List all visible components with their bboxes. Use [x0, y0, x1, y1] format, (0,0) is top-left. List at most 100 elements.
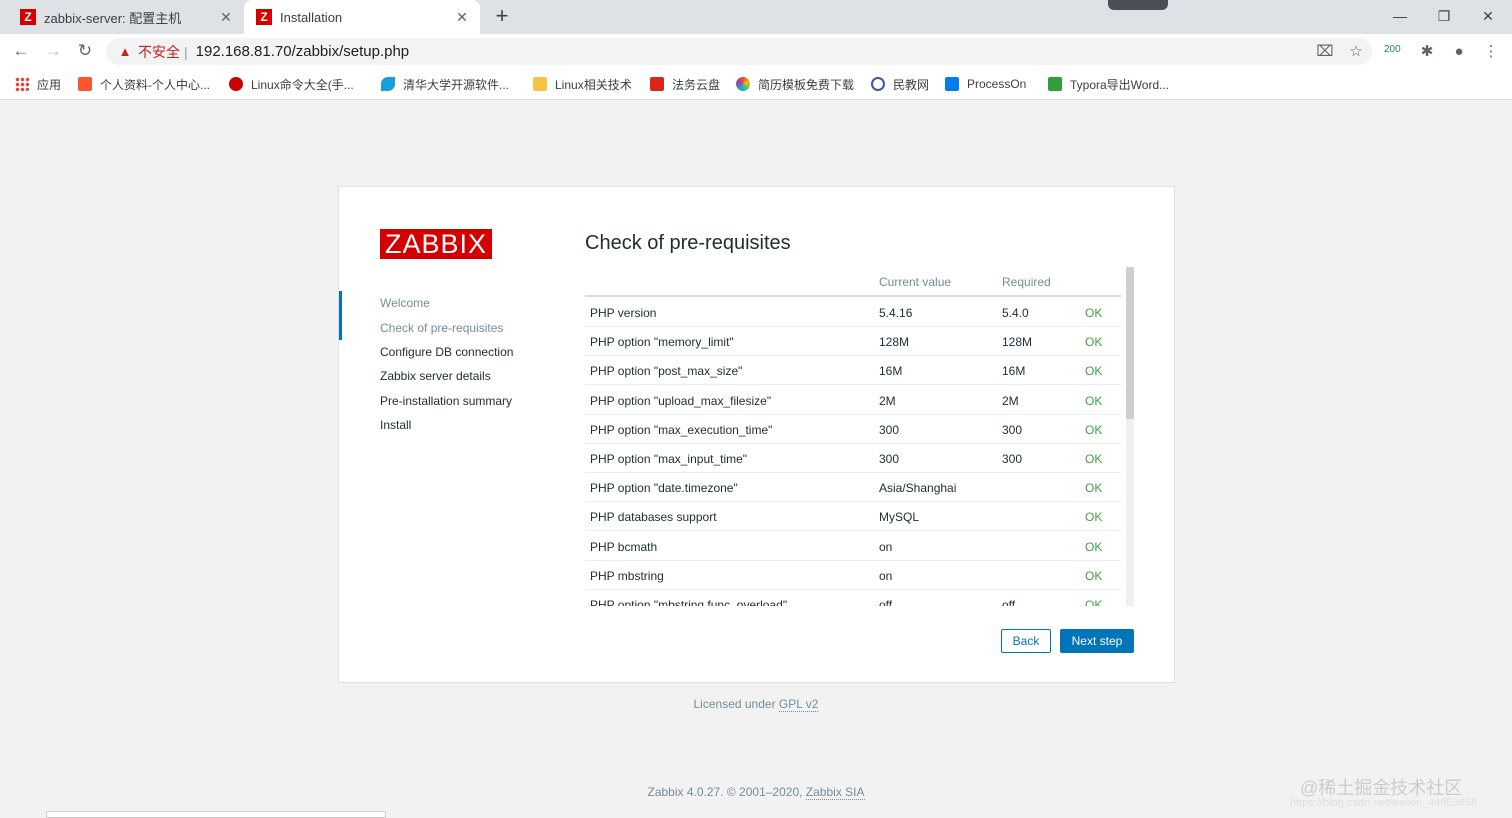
setup-steps-list: Welcome Check of pre-requisites Configur…: [339, 291, 539, 437]
bookmark-linux-folder[interactable]: Linux相关技术: [533, 75, 632, 93]
scrollbar-thumb[interactable]: [1126, 267, 1134, 419]
processon-icon: [945, 77, 959, 91]
reload-icon[interactable]: ↻: [73, 39, 97, 63]
current-value: on: [879, 568, 893, 583]
requirement-name: PHP option "mbstring.func_overload": [590, 598, 788, 606]
required-value: 128M: [1002, 335, 1033, 350]
current-value: 2M: [879, 393, 896, 408]
browser-tab-strip: Z zabbix-server: 配置主机 ✕ Z Installation ✕…: [0, 0, 1512, 34]
tab-title: Installation: [280, 9, 343, 25]
column-current-value: Current value: [879, 275, 952, 289]
bookmark-processon[interactable]: ProcessOn: [945, 75, 1026, 93]
window-close-icon[interactable]: ✕: [1474, 4, 1502, 28]
bookmark-star-icon[interactable]: ☆: [1343, 38, 1369, 64]
current-value: Asia/Shanghai: [879, 481, 957, 496]
status-ok: OK: [1085, 422, 1103, 437]
requirement-name: PHP databases support: [590, 510, 717, 525]
status-ok: OK: [1085, 306, 1103, 320]
step-welcome: Welcome: [380, 296, 430, 311]
column-required: Required: [1002, 275, 1051, 289]
current-value: MySQL: [879, 510, 920, 525]
table-row: PHP bcmath on OK: [585, 532, 1121, 561]
folder-icon: [533, 77, 547, 91]
forward-arrow-icon[interactable]: →: [41, 39, 65, 63]
required-value: 2M: [1002, 393, 1019, 408]
csdn-icon: [78, 77, 92, 91]
zabbix-logo: ZABBIX: [380, 229, 492, 259]
tab-zabbix-server[interactable]: Z zabbix-server: 配置主机 ✕: [8, 0, 244, 34]
current-value: 128M: [879, 335, 910, 350]
status-ok: OK: [1085, 598, 1103, 606]
bookmark-csdn[interactable]: 个人资料-个人中心...: [78, 75, 210, 93]
requirement-name: PHP option "memory_limit": [590, 335, 734, 350]
required-value: off: [1002, 598, 1016, 606]
step-configure-db: Configure DB connection: [380, 344, 514, 359]
required-value: 5.4.0: [1002, 306, 1029, 320]
back-arrow-icon[interactable]: ←: [9, 39, 33, 63]
step-server-details: Zabbix server details: [380, 369, 491, 384]
security-label: 不安全: [138, 43, 180, 60]
sf-icon: [1048, 77, 1062, 91]
zabbix-favicon-icon: Z: [20, 9, 36, 25]
requirement-name: PHP option "post_max_size": [590, 364, 743, 379]
tab-installation[interactable]: Z Installation ✕: [244, 0, 480, 34]
status-ok: OK: [1085, 335, 1103, 350]
bookmark-linux-commands[interactable]: Linux命令大全(手...: [229, 75, 354, 93]
status-ok: OK: [1085, 510, 1103, 525]
restore-icon[interactable]: ❐: [1430, 4, 1458, 28]
required-value: 300: [1002, 422, 1023, 437]
requirement-name: PHP version: [590, 306, 657, 320]
taskbar-window-strip: [46, 811, 386, 818]
table-row: PHP databases support MySQL OK: [585, 502, 1121, 532]
page-title: Check of pre-requisites: [585, 232, 791, 254]
profile-avatar-icon[interactable]: ●: [1446, 38, 1472, 64]
browser-toolbar: ← → ↻ ▲ 不安全 | 192.168.81.70/zabbix/setup…: [0, 34, 1512, 68]
extension-badge[interactable]: 200: [1384, 44, 1401, 55]
watermark-url: https://blog.csdn.net/weixin_44953658: [1290, 797, 1478, 809]
step-install: Install: [380, 418, 412, 433]
table-row: PHP option "max_execution_time" 300 300 OK: [585, 415, 1121, 444]
requirement-name: PHP option "max_input_time": [590, 452, 748, 466]
table-row: PHP option "mbstring.func_overload" off of…: [585, 590, 1121, 606]
current-value: 16M: [879, 364, 903, 379]
zabbix-sia-link[interactable]: Zabbix SIA: [805, 785, 865, 800]
page-footer: Zabbix 4.0.27. © 2001–2020, Zabbix SIA: [0, 785, 1512, 800]
zabbix-favicon-icon: Z: [256, 9, 272, 25]
bookmark-tuna[interactable]: 清华大学开源软件...: [381, 75, 509, 93]
bookmark-minjiao[interactable]: 民教网: [871, 75, 929, 93]
apps-grid-icon: [15, 77, 29, 91]
prerequisites-table[interactable]: Current value Required PHP version 5.4.16…: [585, 267, 1135, 606]
table-scrollbar[interactable]: [1126, 267, 1134, 606]
next-step-button[interactable]: Next step: [1060, 629, 1134, 653]
close-icon[interactable]: ✕: [454, 9, 470, 25]
translate-icon[interactable]: ⌧: [1312, 38, 1338, 64]
minimize-icon[interactable]: —: [1386, 4, 1414, 28]
status-ok: OK: [1085, 393, 1103, 408]
table-row: PHP option "post_max_size" 16M 16M OK: [585, 356, 1121, 386]
requirement-name: PHP option "upload_max_filesize": [590, 393, 772, 408]
bookmark-law-cloud[interactable]: 法务云盘: [650, 75, 720, 93]
address-bar[interactable]: ▲ 不安全 | 192.168.81.70/zabbix/setup.php: [106, 38, 1372, 65]
status-ok: OK: [1085, 364, 1103, 379]
status-ok: OK: [1085, 481, 1103, 496]
table-row: PHP mbstring on OK: [585, 561, 1121, 590]
step-check-prerequisites: Check of pre-requisites: [380, 320, 504, 335]
new-tab-icon[interactable]: +: [490, 5, 514, 29]
back-button[interactable]: Back: [1001, 629, 1051, 653]
extensions-puzzle-icon[interactable]: ✱: [1414, 38, 1440, 64]
required-value: 300: [1002, 452, 1023, 466]
close-icon[interactable]: ✕: [218, 9, 234, 25]
status-ok: OK: [1085, 452, 1103, 466]
gpl-link[interactable]: GPL v2: [778, 697, 819, 712]
menu-kebab-icon[interactable]: ⋮: [1478, 38, 1504, 64]
table-header: Current value Required: [585, 267, 1121, 297]
url-text[interactable]: 192.168.81.70/zabbix/setup.php: [196, 43, 410, 60]
bookmark-typora[interactable]: Typora导出Word...: [1048, 75, 1169, 93]
bookmark-apps[interactable]: 应用: [15, 75, 61, 93]
requirement-name: PHP option "max_execution_time": [590, 422, 773, 437]
flower-icon: [736, 77, 750, 91]
requirement-name: PHP option "date.timezone": [590, 481, 738, 496]
bookmark-resume[interactable]: 简历模板免费下载: [736, 75, 854, 93]
table-row: PHP option "upload_max_filesize" 2M 2M OK: [585, 386, 1121, 415]
table-row: PHP version 5.4.16 5.4.0 OK: [585, 298, 1121, 327]
